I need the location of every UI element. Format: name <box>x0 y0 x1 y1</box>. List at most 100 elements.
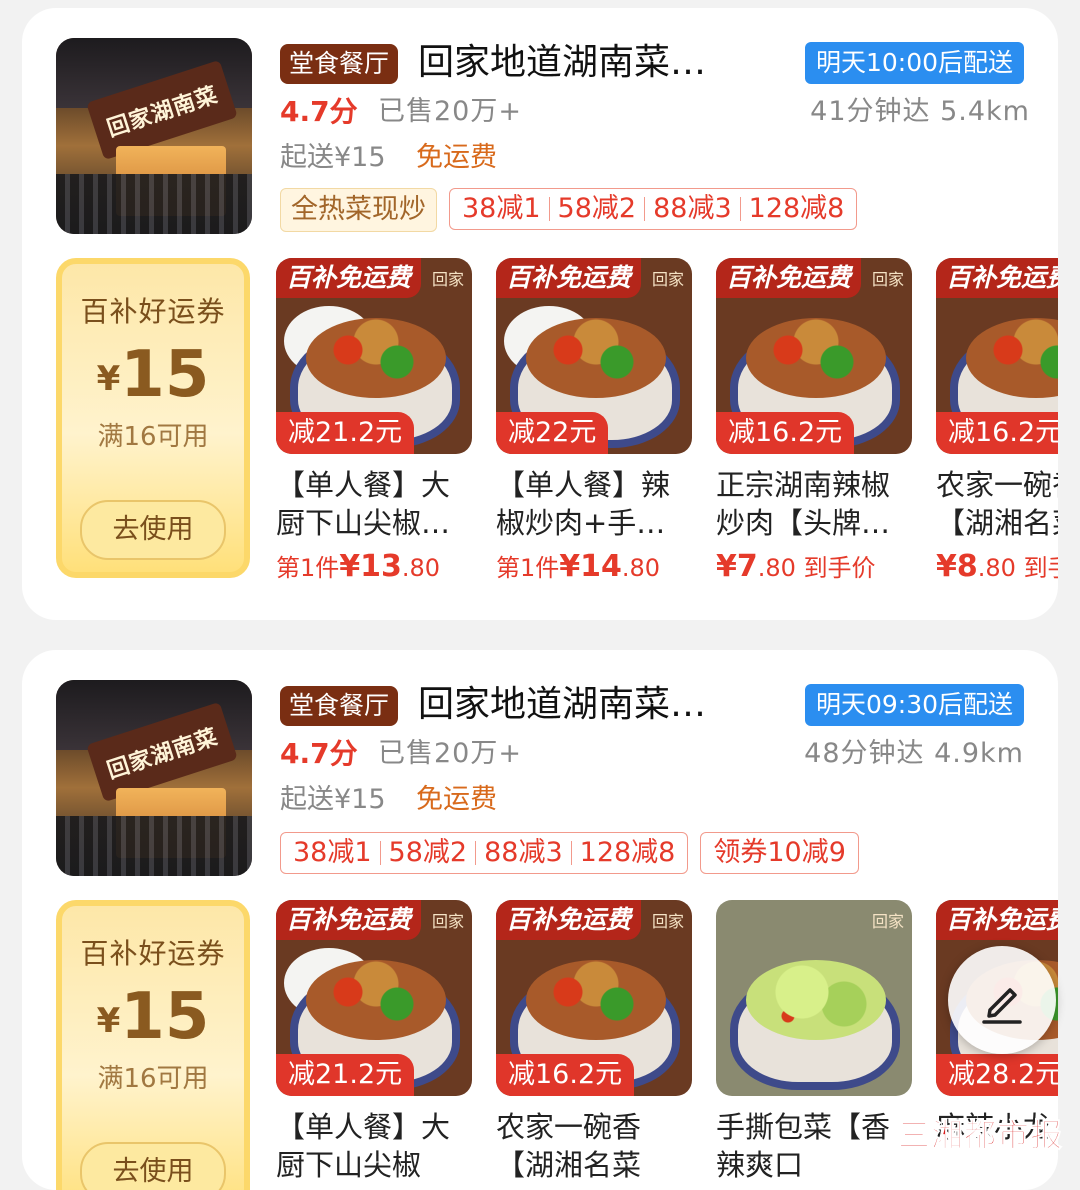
dish-image: 百补免运费 回家 减22元 <box>496 258 692 454</box>
dish-name: 手撕包菜【香辣爽口 <box>716 1110 891 1182</box>
subsidy-ribbon: 百补免运费 <box>276 258 422 298</box>
subsidy-ribbon: 百补免运费 <box>496 900 642 940</box>
dish-price: 第1件¥13.80 <box>276 549 441 584</box>
store-card-2[interactable]: 回家湖南菜 堂食餐厅 回家地道湖南菜… 明天09:30后配送 4.7分 已售20… <box>22 650 1058 1190</box>
subsidy-ribbon: 百补免运费 <box>716 258 862 298</box>
discount-badge: 减21.2元 <box>276 412 415 454</box>
dish-item[interactable]: 百补免运费 回家 减21.2元 【单人餐】大厨下山尖椒… 第1件¥13.80 <box>276 258 474 584</box>
brand-mark: 回家 <box>431 270 464 289</box>
dish-image: 百补免运费 回家 减21.2元 <box>276 258 472 454</box>
edit-pen-button[interactable] <box>948 946 1056 1054</box>
crowd <box>56 174 252 234</box>
dish-item[interactable]: 百补免运费 回家 减22元 【单人餐】辣椒炒肉+手… 第1件¥14.80 <box>496 258 694 584</box>
discount-badge: 减16.2元 <box>496 1054 635 1096</box>
subsidy-ribbon: 百补免运费 <box>496 258 642 298</box>
store-card-1[interactable]: 回家湖南菜 堂食餐厅 回家地道湖南菜… 明天10:00后配送 4.7分 已售20… <box>22 8 1058 620</box>
brand-mark: 回家 <box>651 270 684 289</box>
discount-tiers[interactable]: 38减1 58减2 88减3 128减8 <box>280 832 689 874</box>
dine-in-tag: 堂食餐厅 <box>280 686 399 726</box>
discount-tier: 38减1 <box>293 837 372 868</box>
dish-food <box>306 318 446 398</box>
minimum-order: 起送¥15 <box>280 142 386 173</box>
dish-name: 农家一碗香【湖湘名菜 <box>936 468 1058 540</box>
discount-tiers[interactable]: 38减1 58减2 88减3 128减8 <box>449 188 858 230</box>
dish-price: ¥8.80 到手价 <box>936 549 1058 584</box>
dish-image: 百补免运费 回家 减16.2元 <box>496 900 692 1096</box>
sold-count: 已售20万+ <box>378 96 522 127</box>
free-shipping-label: 免运费 <box>416 784 497 815</box>
dish-item[interactable]: 百补免运费 减16.2元 农家一碗香【湖湘名菜 ¥8.80 到手价 <box>936 258 1058 584</box>
dish-item[interactable]: 百补免运费 回家 减16.2元 正宗湖南辣椒炒肉【头牌… ¥7.80 到手价 <box>716 258 914 584</box>
coupon-condition: 满16可用 <box>97 1064 209 1094</box>
coupon-condition: 满16可用 <box>97 422 209 452</box>
store-name[interactable]: 回家地道湖南菜… <box>418 680 706 730</box>
dish-food <box>746 960 886 1040</box>
dish-name: 【单人餐】大厨下山尖椒 <box>276 1110 451 1182</box>
dine-in-tag: 堂食餐厅 <box>280 44 399 84</box>
discount-tier: 58减2 <box>557 193 637 224</box>
dish-food <box>526 318 666 398</box>
delivery-time-tag: 明天09:30后配送 <box>804 684 1024 726</box>
coupon-card[interactable]: 百补好运券 ¥15 满16可用 去使用 <box>56 900 250 1190</box>
store-rating: 4.7分 <box>280 737 358 770</box>
dish-price: 第1件¥14.80 <box>496 549 661 584</box>
store-name[interactable]: 回家地道湖南菜… <box>418 38 706 88</box>
brand-mark: 回家 <box>871 270 904 289</box>
delivery-eta-distance: 41分钟达 5.4km <box>810 96 1030 127</box>
crowd <box>56 816 252 876</box>
promo-row: 38减1 58减2 88减3 128减8 领券10减9 <box>280 832 859 876</box>
discount-tier: 128减8 <box>748 193 845 224</box>
use-coupon-button[interactable]: 去使用 <box>80 1142 226 1190</box>
brand-mark: 回家 <box>871 912 904 931</box>
dish-image: 百补免运费 减16.2元 <box>936 258 1058 454</box>
store-rating: 4.7分 <box>280 95 358 128</box>
dish-item[interactable]: 百补免运费 回家 减21.2元 【单人餐】大厨下山尖椒 <box>276 900 474 1184</box>
subsidy-ribbon: 百补免运费 <box>936 900 1058 940</box>
dish-price: ¥7.80 到手价 <box>716 549 876 584</box>
store-thumbnail[interactable]: 回家湖南菜 <box>56 680 252 876</box>
dish-name: 农家一碗香【湖湘名菜 <box>496 1110 642 1182</box>
free-shipping-label: 免运费 <box>416 142 497 173</box>
edit-pen-icon <box>982 988 1022 1024</box>
store-thumbnail[interactable]: 回家湖南菜 <box>56 38 252 234</box>
dish-food <box>306 960 446 1040</box>
minimum-order: 起送¥15 <box>280 784 386 815</box>
coupon-amount: ¥15 <box>96 338 210 412</box>
subsidy-ribbon: 百补免运费 <box>936 258 1058 298</box>
use-coupon-button[interactable]: 去使用 <box>80 500 226 560</box>
delivery-time-tag: 明天10:00后配送 <box>804 42 1024 84</box>
coupon-amount: ¥15 <box>96 980 210 1054</box>
discount-badge: 减16.2元 <box>936 412 1058 454</box>
dish-item[interactable]: 回家 手撕包菜【香辣爽口 <box>716 900 914 1184</box>
dish-food <box>526 960 666 1040</box>
dish-image: 百补免运费 回家 减21.2元 <box>276 900 472 1096</box>
coupon-title: 百补好运券 <box>80 937 226 970</box>
dish-name: 【单人餐】辣椒炒肉+手… <box>496 468 671 540</box>
watermark: 三湘都市报 <box>897 1116 1064 1155</box>
discount-badge: 减16.2元 <box>716 412 855 454</box>
dish-name: 正宗湖南辣椒炒肉【头牌… <box>716 468 891 540</box>
dish-item[interactable]: 百补免运费 回家 减16.2元 农家一碗香【湖湘名菜 <box>496 900 694 1184</box>
delivery-eta-distance: 48分钟达 4.9km <box>804 738 1024 769</box>
discount-tier: 58减2 <box>388 837 468 868</box>
discount-tier: 88减3 <box>484 837 563 868</box>
coupon-title: 百补好运券 <box>80 295 226 328</box>
dish-image: 回家 <box>716 900 912 1096</box>
claim-coupon-tag[interactable]: 领券10减9 <box>700 832 859 874</box>
discount-tier: 38减1 <box>462 193 541 224</box>
dish-name: 【单人餐】大厨下山尖椒… <box>276 468 451 540</box>
discount-badge: 减21.2元 <box>276 1054 415 1096</box>
hot-dish-tag: 全热菜现炒 <box>280 188 437 232</box>
discount-badge: 减28.2元 <box>936 1054 1058 1096</box>
promo-row: 全热菜现炒 38减1 58减2 88减3 128减8 <box>280 188 858 232</box>
discount-badge: 减22元 <box>496 412 609 454</box>
subsidy-ribbon: 百补免运费 <box>276 900 422 940</box>
brand-mark: 回家 <box>431 912 464 931</box>
brand-mark: 回家 <box>651 912 684 931</box>
coupon-card[interactable]: 百补好运券 ¥15 满16可用 去使用 <box>56 258 250 578</box>
sold-count: 已售20万+ <box>378 738 522 769</box>
dish-image: 百补免运费 回家 减16.2元 <box>716 258 912 454</box>
discount-tier: 88减3 <box>653 193 732 224</box>
dish-food <box>746 318 886 398</box>
discount-tier: 128减8 <box>579 837 676 868</box>
